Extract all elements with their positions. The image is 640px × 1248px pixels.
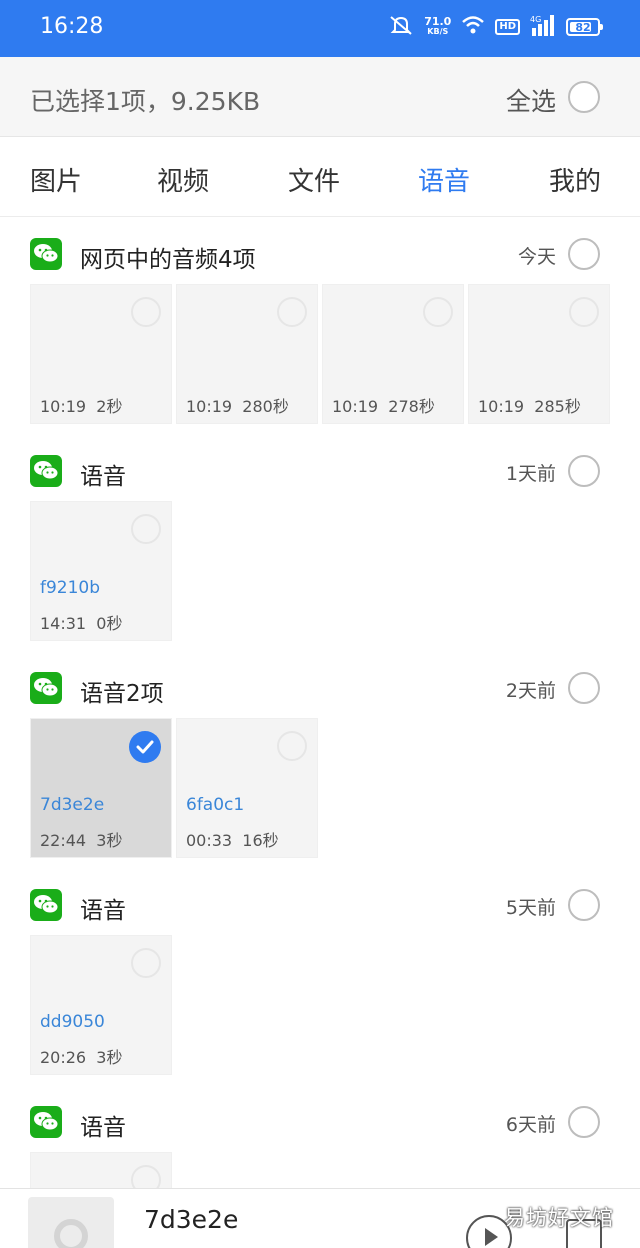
group-title: 语音 — [80, 898, 126, 924]
wechat-icon — [30, 455, 62, 487]
status-time: 16:28 — [40, 14, 104, 39]
player-file-name: 7d3e2e — [144, 1205, 239, 1234]
group-title: 语音 — [80, 464, 126, 490]
tab-images[interactable]: 图片 — [30, 161, 82, 198]
tile-duration: 0秒 — [96, 614, 123, 633]
group-header: 语音 5天前 — [0, 869, 640, 939]
tile-time: 10:19 — [332, 397, 379, 416]
tile-duration: 2秒 — [96, 397, 123, 416]
tab-videos[interactable]: 视频 — [157, 161, 209, 198]
group-header: 网页中的音频4项 今天 — [0, 218, 640, 288]
disc-icon — [54, 1219, 88, 1248]
tile-duration: 285秒 — [534, 397, 581, 416]
tile-select-circle[interactable] — [131, 1165, 161, 1188]
network-type: 4G — [530, 15, 541, 24]
category-tabs: 图片 视频 文件 语音 我的 — [0, 137, 640, 217]
selection-bar: 已选择1项，9.25KB 全选 — [0, 57, 640, 137]
tile-name: dd9050 — [40, 1012, 105, 1032]
voice-tile-selected[interactable]: 7d3e2e 22:44 3秒 — [30, 718, 172, 858]
group-header: 语音2项 2天前 — [0, 652, 640, 722]
group-title: 语音2项 — [80, 681, 164, 707]
tile-select-circle[interactable] — [423, 297, 453, 327]
tile-select-circle[interactable] — [569, 297, 599, 327]
voice-tile[interactable]: 10:19 285秒 — [468, 284, 610, 424]
group-select-radio[interactable] — [568, 1106, 600, 1138]
tile-time: 10:19 — [186, 397, 233, 416]
net-speed-unit: KB/S — [427, 27, 449, 36]
group-date: 2天前 — [505, 680, 556, 702]
tile-time: 22:44 — [40, 831, 87, 850]
tab-files[interactable]: 文件 — [288, 161, 340, 198]
tile-name: f9210b — [40, 578, 101, 598]
tile-select-circle[interactable] — [131, 948, 161, 978]
voice-list[interactable]: 网页中的音频4项 今天 10:19 2秒 10:19 280秒 10:19 27… — [0, 218, 640, 1188]
voice-tile[interactable]: dd9050 20:26 3秒 — [30, 935, 172, 1075]
selection-summary: 已选择1项，9.25KB — [30, 87, 261, 116]
tile-name: 7d3e2e — [40, 795, 105, 815]
check-icon[interactable] — [129, 731, 161, 763]
voice-tile[interactable] — [30, 1152, 172, 1188]
tile-duration: 3秒 — [96, 1048, 123, 1067]
tile-duration: 3秒 — [96, 831, 123, 850]
battery-value: 82 — [575, 20, 591, 34]
group-header: 语音 1天前 — [0, 435, 640, 505]
audio-thumbnail — [28, 1197, 114, 1248]
wechat-icon — [30, 238, 62, 270]
group-select-radio[interactable] — [568, 238, 600, 270]
group-title: 网页中的音频4项 — [80, 247, 256, 273]
status-bar: 16:28 71.0 KB/S HD 4G 82 — [0, 0, 640, 57]
tile-time: 14:31 — [40, 614, 87, 633]
tile-name: 6fa0c1 — [186, 795, 245, 815]
group-header: 语音 6天前 — [0, 1086, 640, 1156]
group-select-radio[interactable] — [568, 889, 600, 921]
hd-icon: HD — [495, 19, 520, 35]
group-select-radio[interactable] — [568, 455, 600, 487]
tab-voice[interactable]: 语音 — [418, 161, 470, 198]
group-date: 1天前 — [505, 463, 556, 485]
battery-icon: 82 — [566, 18, 603, 36]
group-date: 6天前 — [505, 1114, 556, 1136]
tile-select-circle[interactable] — [131, 297, 161, 327]
group-select-radio[interactable] — [568, 672, 600, 704]
tile-time: 00:33 — [186, 831, 233, 850]
tab-mine[interactable]: 我的 — [549, 161, 601, 198]
voice-tile[interactable]: 10:19 280秒 — [176, 284, 318, 424]
tile-select-circle[interactable] — [277, 731, 307, 761]
wechat-icon — [30, 672, 62, 704]
group-date: 5天前 — [505, 897, 556, 919]
voice-tile[interactable]: 6fa0c1 00:33 16秒 — [176, 718, 318, 858]
net-speed-value: 71.0 — [424, 15, 452, 28]
tile-duration: 280秒 — [242, 397, 289, 416]
voice-tile[interactable]: 10:19 278秒 — [322, 284, 464, 424]
wechat-icon — [30, 1106, 62, 1138]
mute-bell-icon — [388, 14, 414, 40]
group-date: 今天 — [517, 246, 556, 268]
tile-time: 10:19 — [478, 397, 525, 416]
wechat-icon — [30, 889, 62, 921]
voice-tile[interactable]: f9210b 14:31 0秒 — [30, 501, 172, 641]
tile-time: 20:26 — [40, 1048, 87, 1067]
signal-icon: 4G — [530, 14, 556, 40]
voice-tile[interactable]: 10:19 2秒 — [30, 284, 172, 424]
group-title: 语音 — [80, 1115, 126, 1141]
tile-select-circle[interactable] — [277, 297, 307, 327]
net-speed: 71.0 KB/S — [424, 15, 452, 37]
select-all-radio[interactable] — [568, 81, 600, 113]
watermark: 易坊好文馆 — [504, 1206, 614, 1230]
tile-duration: 16秒 — [242, 831, 279, 850]
select-all-label[interactable]: 全选 — [506, 82, 556, 118]
wifi-icon — [461, 15, 485, 39]
status-icons: 71.0 KB/S HD 4G 82 — [388, 14, 603, 40]
tile-time: 10:19 — [40, 397, 87, 416]
tile-duration: 278秒 — [388, 397, 435, 416]
tile-select-circle[interactable] — [131, 514, 161, 544]
